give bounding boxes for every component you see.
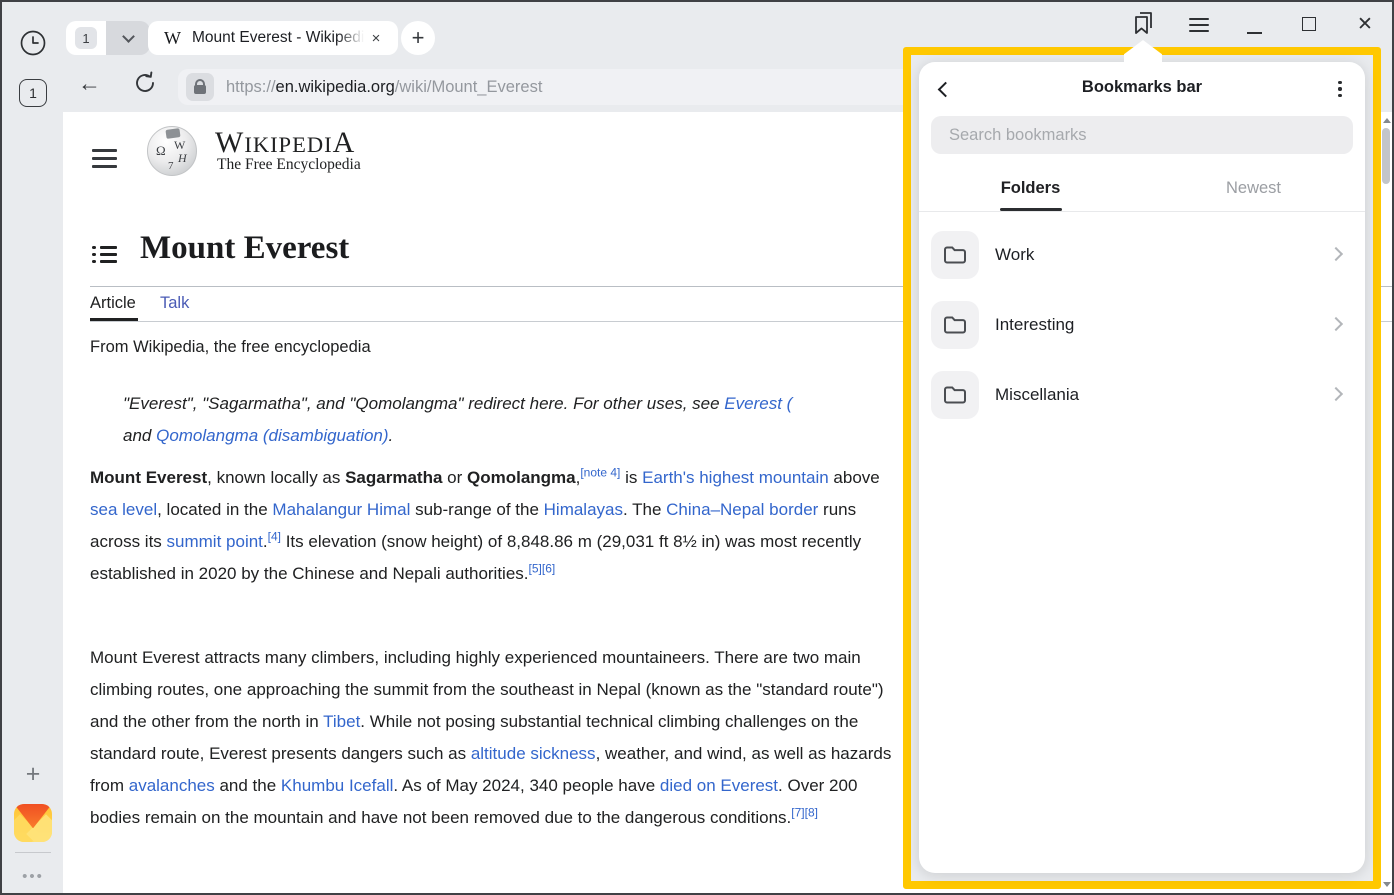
chevron-right-icon <box>1329 317 1343 331</box>
contents-icon[interactable] <box>92 242 117 267</box>
browser-window: 1 + ••• 1 W Mount Everest - Wikipedia × … <box>0 0 1394 895</box>
sidebar-divider <box>15 852 51 853</box>
sidebar-tab-counter[interactable]: 1 <box>19 79 47 107</box>
tab-talk[interactable]: Talk <box>160 294 189 313</box>
page-title: Mount Everest <box>140 230 349 267</box>
bookmark-folder-row[interactable]: Interesting <box>919 290 1365 360</box>
chevron-right-icon <box>1329 387 1343 401</box>
bookmarks-icon[interactable] <box>1131 10 1157 38</box>
sidebar-more-button[interactable]: ••• <box>14 868 52 885</box>
intro-paragraph-1: Mount Everest, known locally as Sagarmat… <box>90 462 908 590</box>
back-button[interactable]: ← <box>78 70 104 100</box>
tab-group-dropdown[interactable] <box>106 21 150 55</box>
tab-article[interactable]: Article <box>90 294 136 313</box>
left-sidebar: 1 + ••• <box>2 2 63 893</box>
sidebar-add-button[interactable]: + <box>21 762 45 786</box>
menu-icon[interactable] <box>1189 14 1209 36</box>
folder-label: Interesting <box>995 315 1074 335</box>
hatnote: "Everest", "Sagarmatha", and "Qomolangma… <box>123 388 909 452</box>
panel-tabs: Folders Newest <box>919 170 1365 211</box>
yandex-mail-icon[interactable] <box>14 804 52 842</box>
wikipedia-tagline: The Free Encyclopedia <box>217 156 361 174</box>
panel-divider <box>919 211 1365 212</box>
maximize-button[interactable] <box>1302 17 1316 31</box>
folder-icon <box>931 301 979 349</box>
tab-folders[interactable]: Folders <box>919 170 1142 211</box>
chevron-right-icon <box>1329 247 1343 261</box>
wikipedia-menu-icon[interactable] <box>92 144 117 173</box>
close-button[interactable]: ✕ <box>1357 15 1373 34</box>
scroll-up-icon[interactable] <box>1383 118 1391 123</box>
panel-caret <box>1124 40 1162 63</box>
tab-title: Mount Everest - Wikipedia <box>192 29 364 47</box>
panel-title: Bookmarks bar <box>919 78 1365 97</box>
folder-label: Work <box>995 245 1034 265</box>
folder-icon <box>931 231 979 279</box>
browser-tab[interactable]: W Mount Everest - Wikipedia × <box>148 21 398 55</box>
search-bookmarks-input[interactable] <box>931 116 1353 154</box>
bookmark-folder-row[interactable]: Miscellania <box>919 360 1365 430</box>
scroll-down-icon[interactable] <box>1383 882 1391 887</box>
bookmarks-panel: Bookmarks bar Folders Newest Work Intere… <box>919 62 1365 873</box>
tab-close-icon[interactable]: × <box>366 30 386 47</box>
folder-list: Work Interesting Miscellania <box>919 220 1365 430</box>
folder-label: Miscellania <box>995 385 1079 405</box>
folder-icon <box>931 371 979 419</box>
url-text: https://en.wikipedia.org/wiki/Mount_Ever… <box>226 78 542 97</box>
lock-icon[interactable] <box>186 73 214 101</box>
reload-button[interactable] <box>134 70 160 100</box>
wikipedia-wordmark: WIKIPEDIA <box>215 126 355 160</box>
kebab-menu-icon[interactable] <box>1327 76 1353 102</box>
from-wikipedia-line: From Wikipedia, the free encyclopedia <box>90 338 371 357</box>
new-tab-button[interactable]: + <box>401 21 435 55</box>
tab-group-count: 1 <box>75 27 97 49</box>
chevron-down-icon <box>122 30 135 43</box>
tab-newest[interactable]: Newest <box>1142 170 1365 211</box>
minimize-button[interactable] <box>1247 32 1262 34</box>
bookmark-folder-row[interactable]: Work <box>919 220 1365 290</box>
panel-header: Bookmarks bar <box>919 62 1365 114</box>
tab-group-control[interactable]: 1 <box>66 21 150 55</box>
wikipedia-favicon: W <box>164 28 181 49</box>
intro-paragraph-2: Mount Everest attracts many climbers, in… <box>90 642 908 834</box>
wikipedia-logo[interactable]: Ω W H 7 <box>147 126 197 176</box>
scrollbar[interactable] <box>1381 112 1392 893</box>
history-icon[interactable] <box>20 30 46 56</box>
scrollbar-thumb[interactable] <box>1382 128 1390 184</box>
